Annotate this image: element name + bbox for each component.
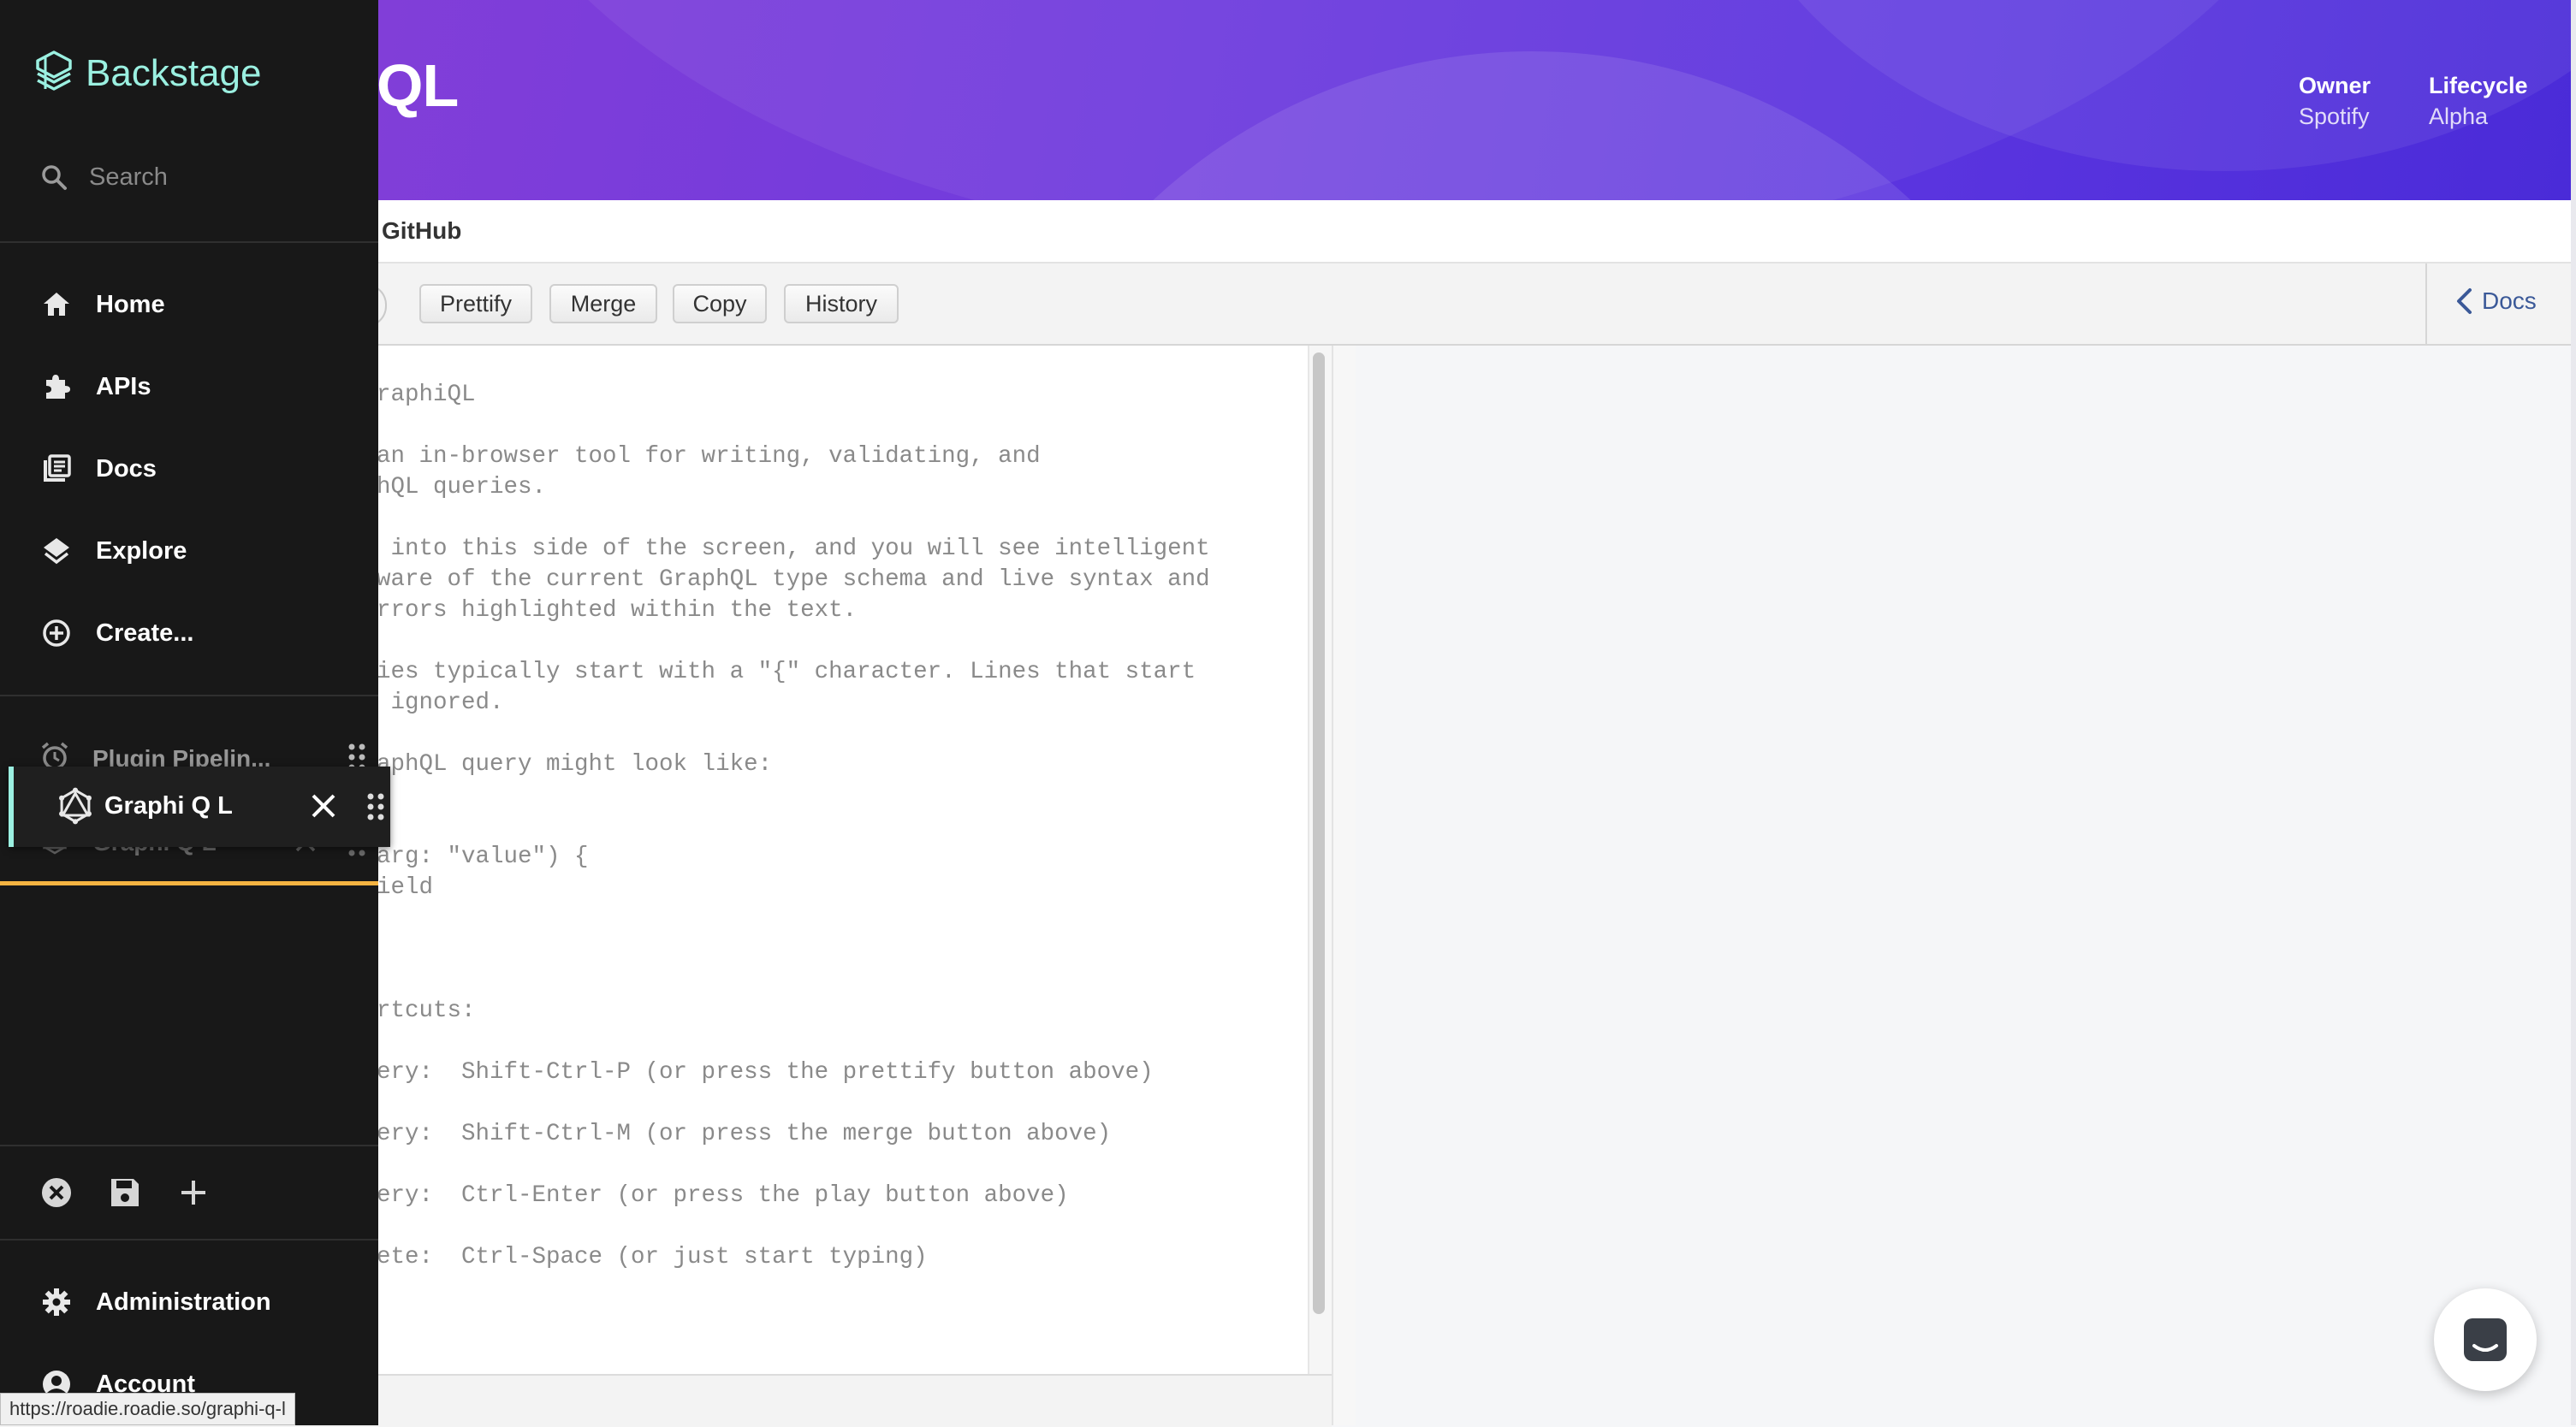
home-icon (44, 293, 69, 316)
chevron-left-icon (2457, 288, 2472, 314)
library-books-icon (44, 454, 71, 482)
shortcut-actions (39, 1175, 211, 1210)
close-icon[interactable] (310, 792, 337, 820)
sidebar-item-label: Create... (96, 619, 194, 647)
owner-label: Owner (2299, 73, 2371, 98)
entity-header: QL Owner Spotify Lifecycle Alpha (0, 0, 2571, 200)
add-circle-icon (43, 619, 70, 647)
lifecycle-label: Lifecycle (2429, 73, 2528, 98)
sidebar: Backstage Search Home APIs Docs Explore … (0, 0, 378, 1425)
history-button[interactable]: History (784, 284, 899, 323)
brand-name: Backstage (86, 52, 262, 94)
sidebar-item-label: Explore (96, 536, 187, 565)
shortcut-label: Graphi Q L (104, 792, 233, 820)
sidebar-item-explore[interactable]: Explore (39, 534, 187, 568)
drop-indicator (0, 881, 378, 885)
lifecycle-value: Alpha (2429, 104, 2489, 129)
result-pane (1356, 346, 2571, 1425)
entity-tabs: GitHub (0, 200, 2571, 263)
query-editor-text[interactable]: raphiQL an in-browser tool for writing, … (377, 380, 1210, 1273)
gear-icon (43, 1288, 70, 1316)
copy-button[interactable]: Copy (673, 284, 767, 323)
docs-button[interactable]: Docs (2454, 287, 2537, 315)
sidebar-item-home[interactable]: Home (39, 287, 165, 322)
merge-button[interactable]: Merge (549, 284, 657, 323)
lifecycle-field: Lifecycle Alpha (2429, 70, 2528, 132)
sidebar-search[interactable]: Search (39, 163, 168, 192)
drag-handle-icon[interactable] (366, 792, 385, 821)
docs-explorer-toggle-area: Docs (2425, 263, 2573, 346)
prettify-button[interactable]: Prettify (419, 284, 532, 323)
layers-icon (44, 538, 69, 565)
backstage-logo-icon (36, 50, 72, 91)
sidebar-item-label: Docs (96, 454, 157, 483)
sidebar-divider (0, 241, 378, 243)
tab-github[interactable]: GitHub (382, 217, 461, 245)
dragged-shortcut-graphiql[interactable]: Graphi Q L (9, 767, 390, 847)
add-icon[interactable] (176, 1175, 211, 1210)
sidebar-item-label: Home (96, 290, 165, 318)
extension-icon (46, 375, 70, 399)
pane-divider[interactable] (1332, 346, 1357, 1425)
search-input[interactable]: Search (89, 163, 168, 192)
owner-value[interactable]: Spotify (2299, 101, 2371, 132)
sidebar-divider (0, 1239, 378, 1240)
sidebar-item-administration[interactable]: Administration (39, 1285, 271, 1319)
brand-logo[interactable]: Backstage (34, 50, 261, 98)
status-bar-url: https://roadie.roadie.so/graphi-q-l (0, 1393, 295, 1425)
sidebar-divider (0, 695, 378, 696)
sidebar-item-apis[interactable]: APIs (39, 370, 151, 404)
sidebar-item-label: APIs (96, 372, 151, 400)
chat-icon (2464, 1318, 2507, 1361)
sidebar-divider (0, 1145, 378, 1146)
save-icon[interactable] (108, 1175, 142, 1210)
owner-field: Owner Spotify (2299, 70, 2371, 132)
sidebar-item-label: Administration (96, 1288, 271, 1316)
sidebar-item-docs[interactable]: Docs (39, 452, 157, 486)
sidebar-item-create[interactable]: Create... (39, 616, 193, 650)
cancel-icon[interactable] (39, 1175, 74, 1210)
docs-label: Docs (2482, 287, 2537, 314)
graphql-icon (59, 787, 92, 825)
editor-scrollbar-thumb[interactable] (1313, 352, 1325, 1314)
window-edge (2571, 0, 2576, 1425)
support-chat-button[interactable] (2434, 1288, 2537, 1391)
search-icon (42, 165, 67, 190)
page-title: QL (377, 52, 459, 119)
